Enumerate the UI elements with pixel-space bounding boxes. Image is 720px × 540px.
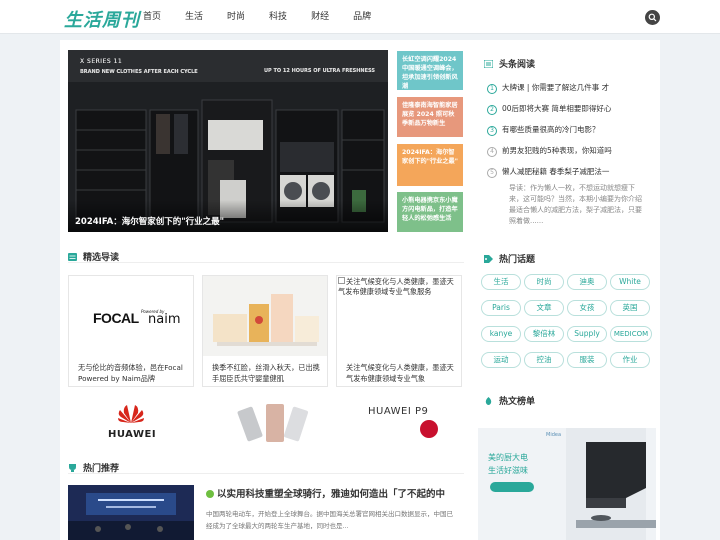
nav-item-fashion[interactable]: 时尚: [227, 0, 245, 34]
headline-summary: 导读：作为懒人一枚，不想运动就想瘦下来，这可能吗？当然，本期小编要为你介绍最适合…: [509, 184, 642, 225]
hero-tagline-right-overlay: UP TO 12 HOURS OF ULTRA FRESHNESS: [264, 68, 375, 74]
topic-tag[interactable]: Paris: [481, 300, 521, 316]
alt-text: 关注气候变化与人类健康，墨迹天气发布健康领域专业气象服务: [338, 277, 454, 296]
nav-item-life[interactable]: 生活: [185, 0, 203, 34]
rank-number: 1: [487, 84, 497, 94]
site-logo[interactable]: 生活周刊: [64, 6, 140, 32]
featured-card-3[interactable]: 关注气候变化与人类健康，墨迹天气发布健康领域专业气象服务 关注气候变化与人类健康…: [336, 275, 462, 387]
featured-card-2[interactable]: 换季不红脸，丝滑入秋天，已出携手屈臣氏共守婴童健肌: [202, 275, 328, 387]
hero-caption[interactable]: 2024IFA：海尔智家创下的"行业之最": [75, 215, 224, 227]
green-dot-icon: [206, 490, 214, 498]
model-text: P9: [414, 406, 429, 417]
topic-tag[interactable]: 服装: [567, 352, 607, 368]
image-alt-text: 关注气候变化与人类健康，墨迹天气发布健康领域专业气象服务: [338, 277, 460, 297]
broken-image-icon: [338, 277, 345, 284]
topic-tag[interactable]: 文章: [524, 300, 564, 316]
hot-article-image[interactable]: [68, 485, 194, 540]
skincare-image: [203, 276, 327, 356]
rank-number: 5: [487, 168, 497, 178]
leica-badge-icon: [420, 420, 438, 438]
headline-item-4[interactable]: 4 前男友犯贱的5种表现，你知道吗: [487, 145, 612, 157]
topic-tag[interactable]: 英国: [610, 300, 650, 316]
brand-text: HUAWEI: [368, 406, 412, 417]
fire-icon: [484, 397, 493, 405]
news-tile-3[interactable]: 2024IFA：海尔智家创下的"行业之最": [397, 144, 463, 186]
topic-tag[interactable]: 运动: [481, 352, 521, 368]
top-header: 生活周刊 首页 生活 时尚 科技 财经 品牌: [0, 0, 720, 34]
topic-tag[interactable]: 作业: [610, 352, 650, 368]
rank-number: 3: [487, 126, 497, 136]
huawei-wordmark: HUAWEI: [108, 429, 157, 440]
topics-section-title: 热门话题: [484, 252, 535, 265]
huawei-banner[interactable]: HUAWEI HUAWEI P9: [68, 398, 464, 448]
headlines-title-text: 头条阅读: [499, 60, 536, 70]
huawei-p9-wordmark: HUAWEI P9: [368, 406, 428, 417]
headline-item-3[interactable]: 3 有哪些质量很高的冷门电影？: [487, 124, 600, 136]
headlines-section-title: 头条阅读: [483, 57, 536, 70]
topic-tag[interactable]: 时尚: [524, 274, 564, 290]
hot-article-title[interactable]: 以实用科技重塑全球骑行，雅迪如何造出「了不起的中: [206, 486, 445, 500]
book-icon: [68, 253, 77, 261]
hero-tagline-overlay: BRAND NEW CLOTHES AFTER EACH CYCLE: [80, 69, 198, 75]
news-tile-4[interactable]: 小熊电器携京东小魔方闪电新品，打造年轻人的松弛感生活: [397, 192, 463, 232]
phone-image: [237, 404, 309, 442]
naim-logo: naim: [148, 312, 181, 327]
card-text: 换季不红脸，丝滑入秋天，已出携手屈臣氏共守婴童健肌: [212, 363, 320, 383]
focal-naim-image: FOCAL Powered by naim: [69, 276, 193, 356]
headline-item-2[interactable]: 2 00后即将大赛 简单相要即得好心: [487, 103, 611, 115]
hot-article-title-text: 以实用科技重塑全球骑行，雅迪如何造出「了不起的中: [217, 489, 446, 500]
hero-slide[interactable]: X SERIES 11 BRAND NEW CLOTHES AFTER EACH…: [68, 50, 388, 232]
headline-text: 懒人减肥秘籍 春季梨子减肥法一: [502, 167, 610, 176]
headline-text: 有哪些质量很高的冷门电影？: [502, 125, 600, 134]
search-icon: [648, 13, 657, 22]
range-hood-image: [566, 428, 656, 540]
nav-item-tech[interactable]: 科技: [269, 0, 287, 34]
main-container: X SERIES 11 BRAND NEW CLOTHES AFTER EACH…: [60, 40, 660, 540]
headline-text: 00后即将大赛 简单相要即得好心: [502, 104, 612, 113]
broken-image: 关注气候变化与人类健康，墨迹天气发布健康领域专业气象服务: [337, 276, 461, 356]
topics-title-text: 热门话题: [499, 255, 536, 265]
topic-tag[interactable]: 控油: [524, 352, 564, 368]
hotlist-section-title: 热文榜单: [484, 394, 535, 407]
divider: [68, 262, 464, 263]
trophy-icon: [68, 464, 77, 472]
headline-item-5[interactable]: 5 懒人减肥秘籍 春季梨子减肥法一: [487, 166, 609, 178]
nav-item-finance[interactable]: 财经: [311, 0, 329, 34]
main-nav: 首页 生活 时尚 科技 财经 品牌: [143, 0, 395, 34]
hot-article-desc: 中国两轮电动车，开始登上全球舞台。据中国海关总署官网相关出口数据显示，中国已经成…: [206, 510, 453, 530]
midea-ad[interactable]: Midea 美的厨大电 生活好滋味: [478, 428, 656, 540]
ad-line-1: 美的厨大电: [488, 453, 528, 462]
card-text: 关注气候变化与人类健康，墨迹天气发布健康领域专业气象: [346, 363, 454, 383]
nav-item-brand[interactable]: 品牌: [353, 0, 371, 34]
hero-series-label-overlay: X SERIES 11: [80, 58, 123, 65]
rank-number: 2: [487, 105, 497, 115]
topic-tag[interactable]: 生活: [481, 274, 521, 290]
ad-cta-button[interactable]: [490, 482, 534, 492]
divider: [68, 473, 464, 474]
rank-number: 4: [487, 147, 497, 157]
tag-icon: [484, 255, 493, 263]
topic-tag[interactable]: Supply: [567, 326, 607, 342]
search-button[interactable]: [645, 10, 660, 25]
headline-text: 前男友犯贱的5种表现，你知道吗: [502, 146, 612, 155]
topic-tag[interactable]: 迪奥: [567, 274, 607, 290]
topic-tag[interactable]: 黎倍林: [524, 326, 564, 342]
focal-logo: FOCAL: [93, 310, 139, 326]
topic-tag[interactable]: kanye: [481, 326, 521, 342]
card-text: 无与伦比的音频体验，邑在Focal Powered by Naim品牌: [78, 363, 183, 383]
topic-tag[interactable]: 女孩: [567, 300, 607, 316]
featured-card-1[interactable]: FOCAL Powered by naim 无与伦比的音频体验，邑在Focal …: [68, 275, 194, 387]
headline-item-1[interactable]: 1 大牌课 | 你需要了解这几件事 才: [487, 82, 609, 94]
news-tile-2[interactable]: 佳隆泰南海智能家居展览 2024 照可秋季新品万物新生: [397, 97, 463, 137]
topic-tag[interactable]: MEDICOM: [610, 326, 652, 342]
nav-item-home[interactable]: 首页: [143, 0, 161, 34]
topic-tag[interactable]: White: [610, 274, 650, 290]
headline-text: 大牌课 | 你需要了解这几件事 才: [502, 83, 610, 92]
huawei-logo-icon: [118, 405, 144, 423]
hotlist-title-text: 热文榜单: [499, 397, 536, 407]
ad-line-2: 生活好滋味: [488, 466, 528, 475]
news-tile-1[interactable]: 长虹空调闪耀2024中国暖通空调峰会，坦承加速引领创新风潮: [397, 51, 463, 90]
headline-icon: [483, 59, 494, 69]
